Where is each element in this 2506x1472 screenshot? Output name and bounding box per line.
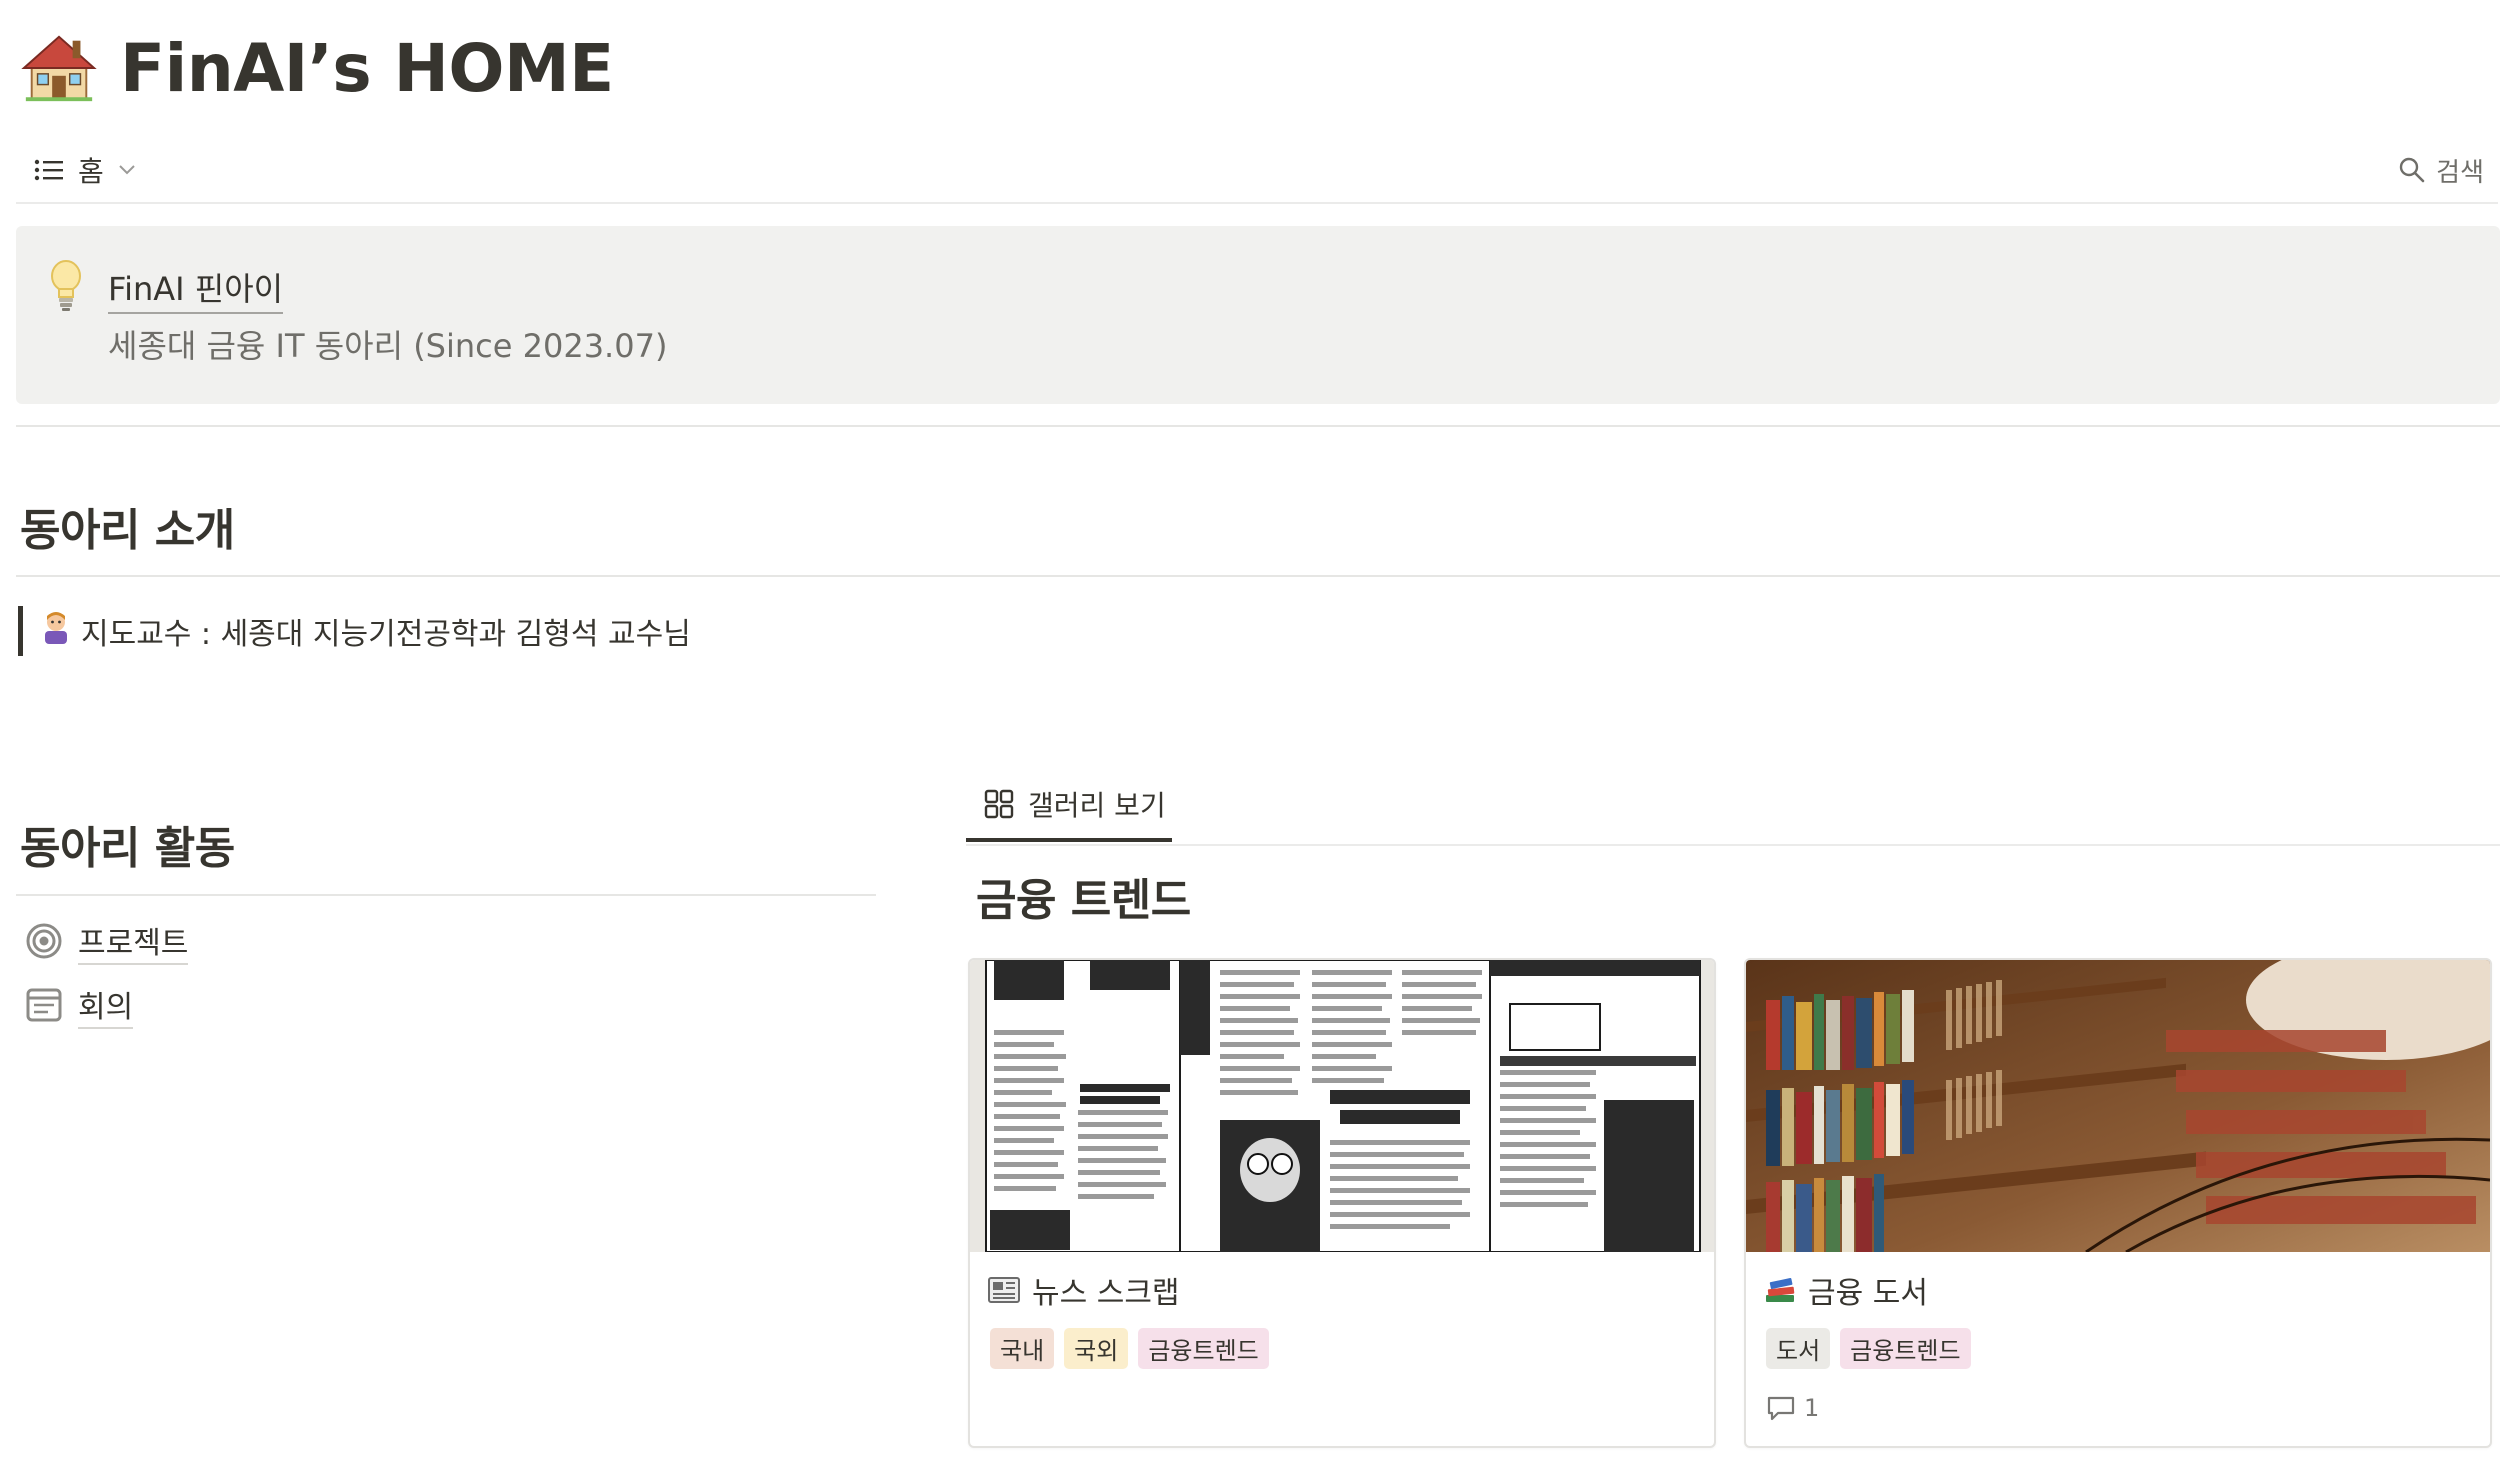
heading-underline: [16, 894, 876, 896]
card-cover-image: [970, 960, 1714, 1252]
callout-title-link[interactable]: FinAI 핀아이: [108, 264, 284, 314]
activity-link-project[interactable]: 프로젝트: [26, 918, 189, 965]
gallery-card-news[interactable]: 뉴스 스크랩 국내 국외 금융트렌드: [968, 958, 1716, 1448]
comment-count-text: 1: [1804, 1394, 1820, 1422]
house-icon[interactable]: [20, 29, 98, 107]
search-icon: [2399, 157, 2425, 183]
activity-link-meeting[interactable]: 회의: [26, 982, 134, 1029]
callout-subtitle: 세종대 금융 IT 동아리 (Since 2023.07): [108, 327, 668, 365]
card-title-text: 뉴스 스크랩: [1032, 1276, 1180, 1311]
newspaper-icon: [988, 1277, 1020, 1303]
note-icon: [26, 988, 62, 1022]
view-switcher[interactable]: 홈: [34, 146, 136, 194]
page-header: FinAI’s HOME: [20, 22, 614, 114]
heading-underline: [16, 575, 2500, 577]
tag: 국외: [1064, 1328, 1129, 1369]
gallery-heading: 금융 트렌드: [976, 875, 1191, 926]
chevron-down-icon: [119, 165, 135, 175]
lightbulb-icon: [46, 258, 86, 312]
tag: 도서: [1766, 1328, 1831, 1369]
card-title-text: 금융 도서: [1808, 1276, 1928, 1311]
gallery-grid-icon: [984, 789, 1014, 819]
books-icon: [1766, 1277, 1795, 1302]
divider: [16, 425, 2500, 427]
tag: 국내: [990, 1328, 1055, 1369]
activities-heading: 동아리 활동: [20, 823, 235, 874]
card-tags: 국내 국외 금융트렌드: [990, 1328, 1269, 1369]
activity-label: 프로젝트: [78, 918, 189, 965]
card-title: 뉴스 스크랩: [988, 1268, 1180, 1312]
search-label: 검색: [2436, 157, 2484, 188]
card-tags: 도서 금융트렌드: [1766, 1328, 1971, 1369]
search-button[interactable]: 검색: [2398, 146, 2484, 194]
intro-heading: 동아리 소개: [20, 505, 235, 556]
view-label: 홈: [78, 155, 104, 188]
gallery-tabbar: 갤러리 보기: [966, 770, 2500, 846]
gallery-card-books[interactable]: 금융 도서 도서 금융트렌드 1: [1744, 958, 2492, 1448]
page-title: FinAI’s HOME: [120, 29, 614, 107]
target-icon: [26, 923, 62, 959]
comment-count: 1: [1766, 1394, 1819, 1422]
teacher-icon: [39, 610, 73, 652]
advisor-quote: 지도교수 : 세종대 지능기전공학과 김형석 교수님: [18, 606, 691, 656]
advisor-text: 지도교수 : 세종대 지능기전공학과 김형석 교수님: [81, 617, 691, 652]
comment-icon: [1767, 1396, 1795, 1421]
card-title: 금융 도서: [1764, 1268, 1928, 1312]
activity-label: 회의: [78, 982, 134, 1029]
card-cover-image: [1746, 960, 2490, 1252]
tag: 금융트렌드: [1840, 1328, 1971, 1369]
list-icon: [34, 159, 63, 181]
view-bar: 홈 검색: [16, 138, 2498, 204]
tab-gallery-view[interactable]: 갤러리 보기: [966, 770, 1172, 842]
tag: 금융트렌드: [1138, 1328, 1269, 1369]
tab-label: 갤러리 보기: [1028, 789, 1166, 822]
callout-block: FinAI 핀아이 세종대 금융 IT 동아리 (Since 2023.07): [16, 226, 2500, 404]
